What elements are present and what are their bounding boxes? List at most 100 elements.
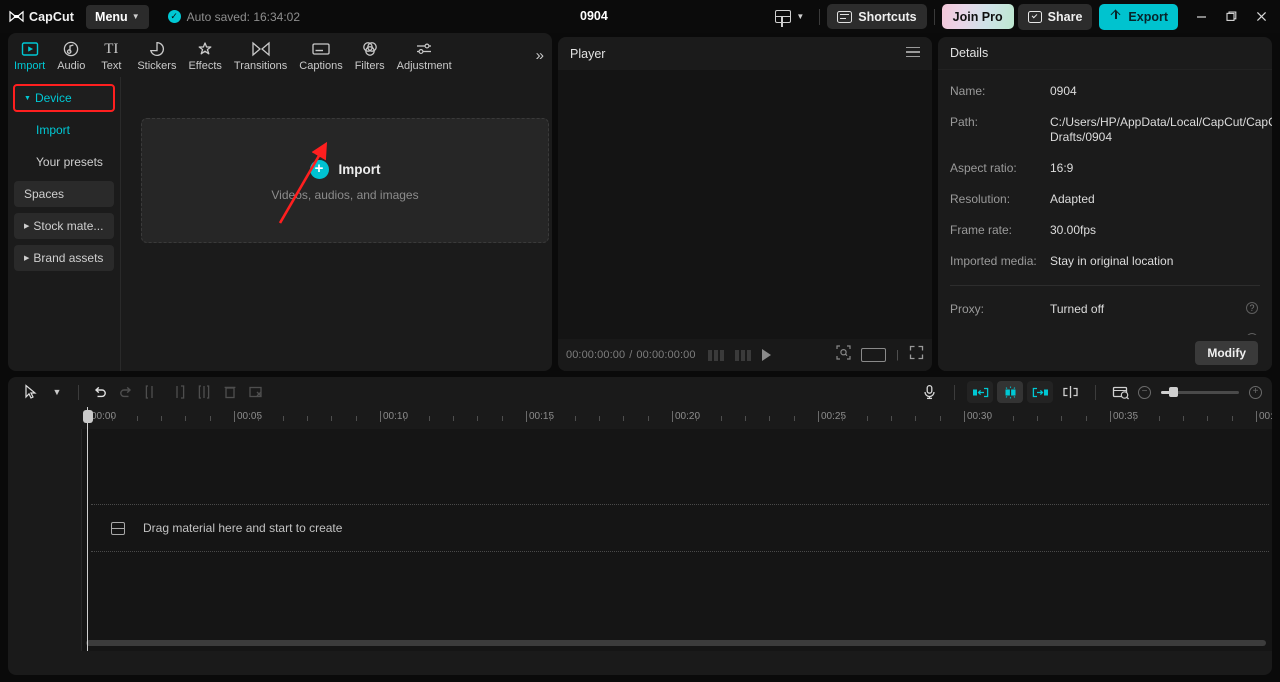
timecode-current: 00:00:00:00 (566, 349, 625, 361)
aspect-ratio-icon[interactable] (861, 348, 886, 362)
details-title: Details (950, 46, 988, 60)
cursor-tool-icon[interactable] (18, 381, 44, 403)
row-value: Stay in original location (1050, 254, 1260, 269)
divider: | (896, 349, 899, 361)
auto-snap-button[interactable] (997, 381, 1023, 403)
ruler-tick-minor (1037, 416, 1038, 421)
maximize-button[interactable] (1216, 0, 1246, 33)
ruler-tick-minor (1183, 416, 1184, 421)
split-right-icon[interactable] (165, 381, 191, 403)
tab-adjustment[interactable]: Adjustment (391, 39, 458, 72)
redo-icon[interactable] (113, 381, 139, 403)
tab-audio-label: Audio (57, 60, 85, 72)
frame-forward-icon[interactable] (735, 350, 751, 361)
import-dropzone[interactable]: + Import Videos, audios, and images (141, 118, 549, 243)
tab-import[interactable]: Import (8, 39, 51, 72)
details-row-proxy: Proxy: Turned off ? (950, 302, 1260, 317)
playhead[interactable] (87, 407, 88, 651)
share-button[interactable]: Share (1018, 4, 1093, 30)
tab-audio[interactable]: Audio (51, 39, 91, 72)
zoom-in-icon[interactable]: + (1249, 386, 1262, 399)
audio-icon (62, 39, 80, 57)
menu-button[interactable]: Menu ▼ (86, 5, 149, 29)
sidebar-item-device[interactable]: ▼ Device (14, 85, 114, 111)
media-icon (111, 522, 125, 535)
plus-circle-icon: + (310, 160, 329, 179)
play-icon[interactable] (762, 349, 771, 361)
frame-back-icon[interactable] (708, 350, 724, 361)
undo-icon[interactable] (87, 381, 113, 403)
ruler-tick-minor (1086, 416, 1087, 421)
export-button[interactable]: Export (1099, 4, 1178, 30)
chevron-down-icon: ▼ (132, 13, 140, 21)
ruler-tick-minor (161, 416, 162, 421)
zoom-slider[interactable] (1161, 391, 1239, 394)
details-row-frame-rate: Frame rate: 30.00fps (950, 223, 1260, 238)
cursor-dropdown-icon[interactable]: ▼ (44, 381, 70, 403)
sidebar-item-spaces[interactable]: Spaces (14, 181, 114, 207)
zoom-out-icon[interactable]: − (1138, 386, 1151, 399)
ruler-tick-minor (1159, 416, 1160, 421)
snap-left-button[interactable] (967, 381, 993, 403)
tab-text[interactable]: TI Text (91, 39, 131, 72)
tab-stickers[interactable]: Stickers (131, 39, 182, 72)
delete-icon[interactable] (217, 381, 243, 403)
split-icon[interactable] (191, 381, 217, 403)
details-footer: Modify (938, 335, 1272, 371)
keyframe-icon[interactable] (1108, 381, 1134, 403)
transitions-icon (251, 39, 271, 57)
crop-icon[interactable] (243, 381, 269, 403)
snap-right-button[interactable] (1027, 381, 1053, 403)
zoom-slider-knob[interactable] (1169, 387, 1178, 397)
sidebar-item-your-presets[interactable]: Your presets (14, 149, 114, 175)
row-value: 16:9 (1050, 161, 1260, 176)
tab-transitions[interactable]: Transitions (228, 39, 293, 72)
join-pro-button[interactable]: Join Pro (942, 4, 1014, 29)
fullscreen-icon[interactable] (909, 345, 924, 365)
layout-switch-button[interactable]: ▼ (767, 10, 812, 23)
sidebar-item-import[interactable]: Import (14, 117, 114, 143)
sidebar-item-label: Device (35, 91, 72, 105)
ruler-tick-major (234, 411, 235, 422)
split-clip-icon[interactable] (1057, 381, 1083, 403)
hamburger-icon[interactable] (906, 47, 920, 61)
player-stage[interactable] (558, 70, 932, 339)
capcut-logo: CapCut (9, 10, 74, 24)
ruler-tick-minor (575, 416, 576, 421)
tab-effects-label: Effects (188, 60, 221, 72)
horizontal-scrollbar-thumb[interactable] (86, 640, 1266, 646)
tab-text-label: Text (101, 60, 121, 72)
microphone-icon[interactable] (916, 381, 942, 403)
sidebar-item-stock-materials[interactable]: ▶ Stock mate... (14, 213, 114, 239)
minimize-button[interactable] (1186, 0, 1216, 33)
tab-stickers-label: Stickers (137, 60, 176, 72)
tab-filters[interactable]: Filters (349, 39, 391, 72)
split-left-icon[interactable] (139, 381, 165, 403)
tab-captions[interactable]: Captions (293, 39, 348, 72)
import-icon (21, 39, 39, 57)
playhead-handle[interactable] (83, 410, 93, 423)
tab-effects[interactable]: Effects (182, 39, 227, 72)
details-row-path: Path: C:/Users/HP/AppData/Local/CapCut/C… (950, 115, 1260, 145)
modify-button[interactable]: Modify (1195, 341, 1258, 365)
triangle-down-icon: ▼ (24, 95, 31, 102)
sidebar-item-brand-assets[interactable]: ▶ Brand assets (14, 245, 114, 271)
timeline-ruler[interactable]: 00:0000:0500:1000:1500:2000:2500:3000:35… (8, 407, 1272, 429)
more-tabs-button[interactable]: » (536, 47, 544, 64)
zoom-fit-icon[interactable] (836, 345, 851, 365)
timeline-dropzone[interactable]: Drag material here and start to create (91, 504, 1269, 552)
tool-tabs: Import Audio TI Text (8, 33, 552, 77)
horizontal-scrollbar-track[interactable] (38, 640, 1266, 646)
close-button[interactable] (1246, 0, 1276, 33)
ruler-tick-major (380, 411, 381, 422)
ruler-tick-minor (867, 416, 868, 421)
window-controls (1186, 0, 1276, 33)
keyboard-icon (837, 11, 852, 23)
ruler-tick-minor (137, 416, 138, 421)
help-icon[interactable]: ? (1246, 302, 1258, 314)
ruler-tick-minor (891, 416, 892, 421)
upload-icon (1109, 10, 1122, 23)
tab-captions-label: Captions (299, 60, 342, 72)
shortcuts-button[interactable]: Shortcuts (827, 4, 926, 29)
timeline-toolbar: ▼ (8, 377, 1272, 407)
